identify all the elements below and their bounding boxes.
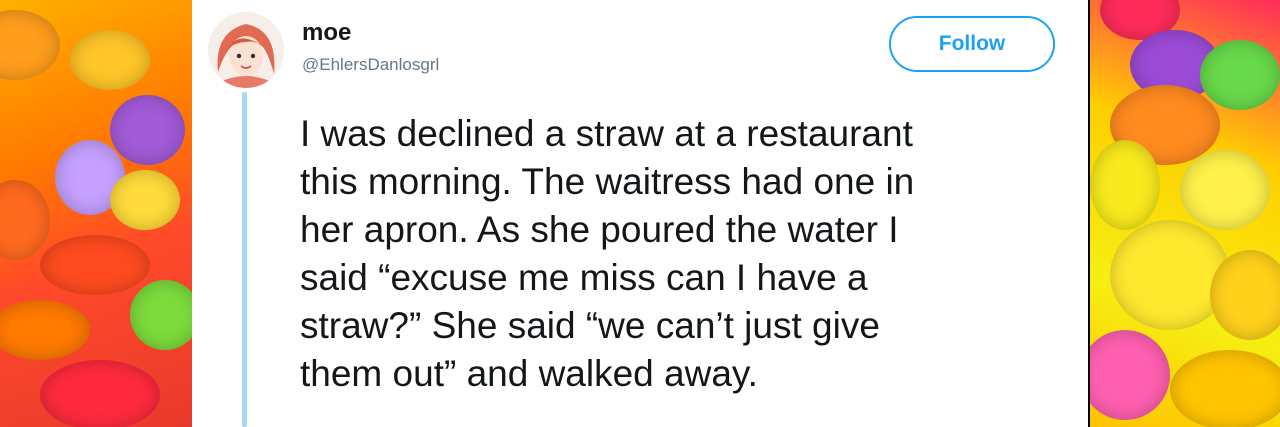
tweet-text-line: them out” and walked away.: [300, 353, 758, 394]
user-handle[interactable]: @EhlersDanlosgrl: [302, 55, 439, 75]
tweet-text-line: this morning. The waitress had one in: [300, 161, 915, 202]
avatar[interactable]: [208, 12, 284, 88]
thread-line: [242, 92, 247, 427]
tweet-text: I was declined a straw at a restaurant t…: [300, 110, 1060, 398]
tweet-text-line: straw?” She said “we can’t just give: [300, 305, 880, 346]
background-straws-left: [0, 0, 192, 427]
tweet-text-line: I was declined a straw at a restaurant: [300, 113, 913, 154]
tweet-text-line: said “excuse me miss can I have a: [300, 257, 868, 298]
display-name[interactable]: moe: [302, 20, 351, 46]
background-straws-right: [1090, 0, 1280, 427]
follow-button[interactable]: Follow: [889, 16, 1055, 72]
tweet-text-line: her apron. As she poured the water I: [300, 209, 899, 250]
illustrated-woman-avatar-icon: [208, 12, 284, 88]
